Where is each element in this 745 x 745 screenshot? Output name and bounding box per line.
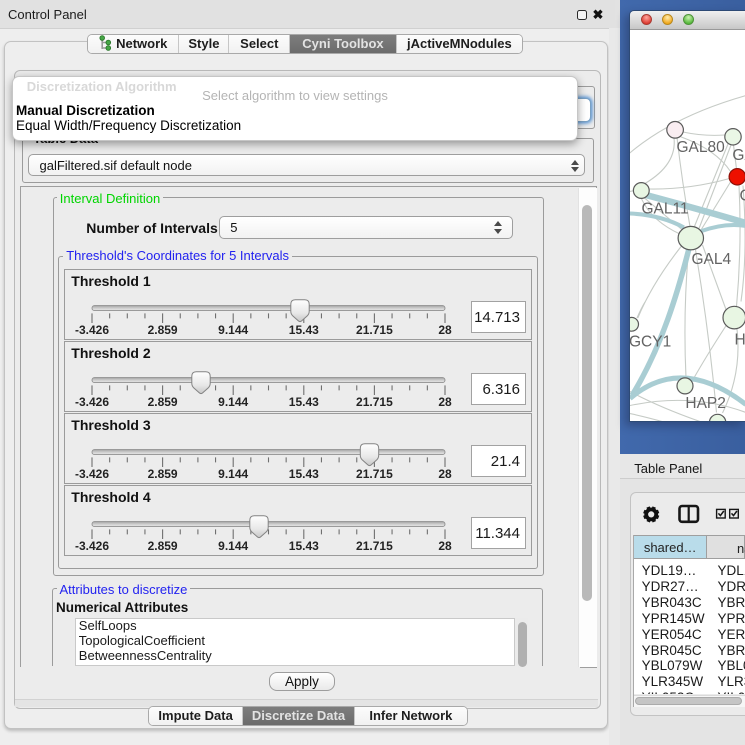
- svg-text:HAP2: HAP2: [685, 394, 726, 411]
- svg-text:GCY1: GCY1: [630, 333, 671, 350]
- svg-text:GAL11: GAL11: [642, 200, 689, 217]
- svg-text:HI: HI: [735, 331, 745, 348]
- svg-text:CD: CD: [740, 187, 745, 204]
- svg-text:GA: GA: [732, 147, 745, 164]
- svg-text:GAL4: GAL4: [692, 251, 732, 268]
- svg-text:GAL80: GAL80: [677, 139, 726, 156]
